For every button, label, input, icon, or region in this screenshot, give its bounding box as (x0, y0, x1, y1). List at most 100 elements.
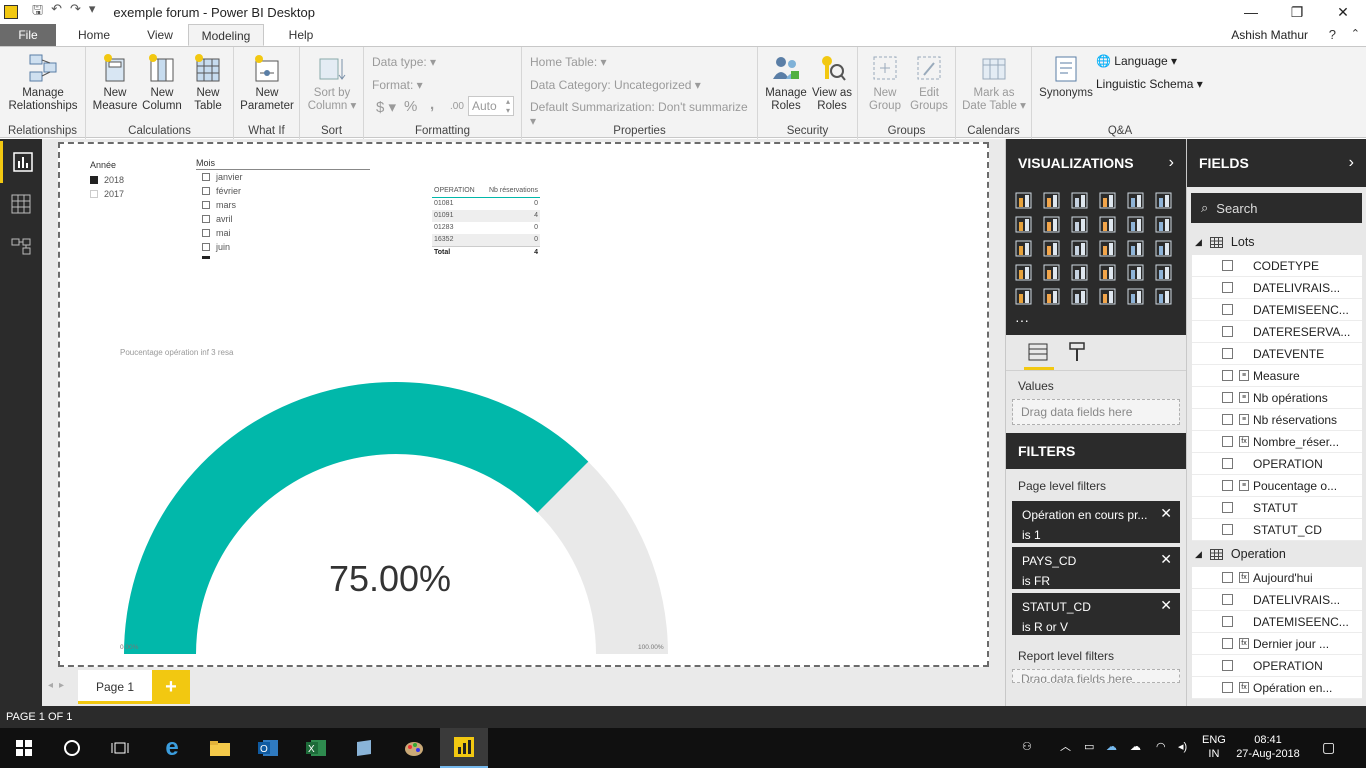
outlook-icon[interactable]: O (244, 728, 292, 768)
field-item[interactable]: fx Aujourd'hui (1192, 567, 1362, 589)
funnel-chart-icon[interactable] (1043, 264, 1060, 281)
new-measure-button[interactable]: New Measure (92, 53, 138, 113)
data-type-dropdown[interactable]: Data type: ▾ (372, 55, 436, 69)
report-filters-drop-zone[interactable]: Drag data fields here (1012, 669, 1180, 683)
field-item[interactable]: DATERESERVA... (1192, 321, 1362, 343)
checkbox-icon[interactable] (1222, 594, 1233, 605)
treemap-icon[interactable] (1127, 240, 1144, 257)
cortana-search-icon[interactable] (48, 728, 96, 768)
field-item[interactable]: DATELIVRAIS... (1192, 589, 1362, 611)
chevron-right-icon[interactable]: › (1349, 139, 1354, 187)
minimize-button[interactable]: — (1228, 0, 1274, 24)
home-table-dropdown[interactable]: Home Table: ▾ (530, 55, 607, 69)
input-language[interactable]: ENG IN (1202, 733, 1226, 761)
manage-roles-button[interactable]: Manage Roles (762, 53, 810, 113)
field-item[interactable]: OPERATION (1192, 453, 1362, 475)
filter-card[interactable]: STATUT_CD is R or V ✕ (1012, 593, 1180, 635)
tab-view[interactable]: View (138, 24, 182, 46)
clustered-column-chart-icon[interactable] (1099, 192, 1116, 209)
field-item[interactable]: CODETYPE (1192, 255, 1362, 277)
onedrive-personal-icon[interactable]: ☁ (1130, 740, 1141, 754)
page-tab[interactable]: Page 1 (78, 670, 152, 704)
checkbox-icon[interactable] (1222, 524, 1233, 535)
operation-table[interactable]: OPERATION Nb réservations 01081 0 01091 4 … (432, 184, 540, 258)
fields-well-icon[interactable] (1028, 343, 1048, 364)
redo-icon[interactable]: ↷ (70, 1, 81, 23)
file-explorer-icon[interactable] (196, 728, 244, 768)
gauge-chart[interactable] (118, 364, 674, 654)
filter-card[interactable]: PAYS_CD is FR ✕ (1012, 547, 1180, 589)
mois-slicer-item[interactable]: mai (202, 228, 231, 238)
field-item[interactable]: STATUT (1192, 497, 1362, 519)
new-column-button[interactable]: New Column (138, 53, 186, 113)
field-item[interactable]: fx Nombre_réser... (1192, 431, 1362, 453)
add-page-button[interactable]: + (152, 670, 190, 704)
checkbox-icon[interactable] (1222, 660, 1233, 671)
mark-as-date-table-button[interactable]: Mark as Date Table ▾ (960, 53, 1028, 113)
matrix-icon[interactable] (1071, 288, 1088, 305)
decimals-button[interactable]: .00 (450, 101, 464, 112)
arcgis-map-icon[interactable] (1127, 288, 1144, 305)
waterfall-chart-icon[interactable] (1015, 240, 1032, 257)
clustered-bar-chart-icon[interactable] (1071, 192, 1088, 209)
save-icon[interactable]: 🖫 (32, 1, 43, 23)
checkbox-icon[interactable] (1222, 480, 1233, 491)
more-options-icon[interactable]: ··· (1015, 312, 1032, 329)
checkbox-icon[interactable] (1222, 436, 1233, 447)
field-item[interactable]: DATEVENTE (1192, 343, 1362, 365)
field-item[interactable]: STATUT_CD (1192, 519, 1362, 541)
people-icon[interactable]: ⚇ (1022, 740, 1032, 754)
globe-map-icon[interactable] (1155, 240, 1172, 257)
field-item[interactable]: ≡ Measure (1192, 365, 1362, 387)
battery-icon[interactable]: ▭ (1084, 740, 1094, 754)
checkbox-icon[interactable] (1222, 572, 1233, 583)
default-summarization-dropdown[interactable]: Default Summarization: Don't summarize ▾ (530, 100, 757, 128)
checkbox-icon[interactable] (1222, 304, 1233, 315)
checkbox-icon[interactable] (1222, 348, 1233, 359)
volume-icon[interactable]: ◂) (1178, 740, 1187, 754)
tab-help[interactable]: Help (280, 24, 322, 46)
stacked-column-chart-icon[interactable] (1043, 192, 1060, 209)
line-clustered-column-chart-icon[interactable] (1127, 216, 1144, 233)
report-page[interactable]: Année 2018 2017 Mois janvier février mar… (58, 142, 989, 667)
checkbox-icon[interactable] (1222, 370, 1233, 381)
new-parameter-button[interactable]: New Parameter (238, 53, 296, 113)
card-icon[interactable] (1099, 264, 1116, 281)
field-item[interactable]: DATELIVRAIS... (1192, 277, 1362, 299)
undo-icon[interactable]: ↶ (51, 1, 62, 23)
clock[interactable]: 08:41 27-Aug-2018 (1236, 733, 1300, 761)
field-item[interactable]: DATEMISEENC... (1192, 299, 1362, 321)
new-group-button[interactable]: New Group (862, 53, 908, 113)
page-nav-arrows-icon[interactable]: ◂▸ (48, 680, 70, 691)
field-item[interactable]: OPERATION (1192, 655, 1362, 677)
decimal-places-stepper[interactable]: Auto ▴ ▾ (468, 96, 514, 116)
mois-slicer-item[interactable]: juin (202, 242, 230, 252)
collapse-ribbon-icon[interactable]: ⌃ (1351, 27, 1360, 40)
annee-slicer-item[interactable]: 2018 (90, 175, 124, 185)
user-name[interactable]: Ashish Mathur (1231, 28, 1308, 42)
checkbox-icon[interactable] (1222, 260, 1233, 271)
excel-icon[interactable]: X (292, 728, 340, 768)
data-category-dropdown[interactable]: Data Category: Uncategorized ▾ (530, 78, 701, 92)
field-item[interactable]: fx Opération en... (1192, 677, 1362, 699)
table-lots[interactable]: ◢ Lots (1187, 229, 1366, 255)
scatter-chart-icon[interactable] (1043, 240, 1060, 257)
manage-relationships-button[interactable]: Manage Relationships (4, 53, 82, 113)
edge-browser-icon[interactable]: e (148, 728, 196, 768)
field-item[interactable]: DATEMISEENC... (1192, 611, 1362, 633)
checkbox-icon[interactable] (1222, 392, 1233, 403)
filled-map-icon[interactable] (1015, 264, 1032, 281)
area-chart-icon[interactable] (1043, 216, 1060, 233)
mois-slicer-item[interactable]: février (202, 186, 241, 196)
checkbox-icon[interactable] (1222, 414, 1233, 425)
field-item[interactable]: ≡ Poucentage o... (1192, 475, 1362, 497)
stacked-area-chart-icon[interactable] (1071, 216, 1088, 233)
ribbon-chart-icon[interactable] (1155, 216, 1172, 233)
table-header-cell[interactable]: Nb réservations (489, 184, 538, 197)
table-operation[interactable]: ◢ Operation (1187, 541, 1366, 567)
values-drop-zone[interactable]: Drag data fields here (1012, 399, 1180, 425)
language-dropdown[interactable]: 🌐 Language ▾ (1096, 54, 1177, 68)
gauge-icon[interactable] (1071, 264, 1088, 281)
kpi-icon[interactable] (1155, 264, 1172, 281)
checkbox-icon[interactable] (1222, 502, 1233, 513)
